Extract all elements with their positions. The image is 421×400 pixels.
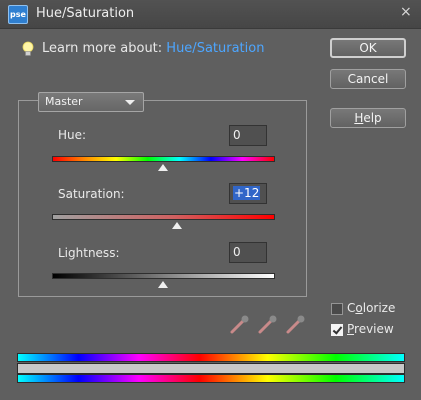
saturation-slider-thumb[interactable]	[172, 222, 182, 229]
saturation-value: +12	[233, 186, 261, 200]
channel-selected: Master	[45, 95, 83, 108]
eyedropper-minus-icon[interactable]	[285, 313, 307, 335]
lightness-label: Lightness:	[58, 246, 120, 260]
close-icon[interactable]: ×	[400, 4, 412, 20]
colorize-label[interactable]: Colorize	[347, 301, 395, 315]
hue-slider-track[interactable]	[52, 156, 275, 162]
help-label-rest: elp	[363, 111, 382, 125]
saturation-input[interactable]: +12	[229, 183, 267, 204]
preview-label[interactable]: Preview	[347, 322, 394, 336]
learn-more-text: Learn more about: Hue/Saturation	[42, 41, 264, 56]
colorize-checkbox[interactable]	[331, 303, 343, 315]
help-topic-link[interactable]: Hue/Saturation	[166, 41, 264, 56]
hue-slider-thumb[interactable]	[158, 164, 168, 171]
output-spectrum-bar	[17, 374, 405, 383]
saturation-label: Saturation:	[58, 187, 125, 201]
window-title: Hue/Saturation	[36, 6, 135, 21]
channel-dropdown[interactable]: Master	[38, 92, 144, 112]
lightness-slider-track[interactable]	[52, 273, 275, 279]
hue-label: Hue:	[58, 128, 87, 142]
preview-label-rest: review	[354, 322, 394, 336]
help-button[interactable]: Help	[330, 108, 406, 128]
eyedropper-plus-icon[interactable]	[257, 313, 279, 335]
preview-mnemonic: P	[347, 322, 355, 336]
help-mnemonic: H	[354, 111, 364, 125]
lightbulb-icon	[22, 41, 34, 56]
input-spectrum-bar	[17, 353, 405, 362]
preview-checkbox[interactable]	[331, 324, 343, 336]
lightness-input[interactable]: 0	[229, 242, 267, 263]
colorize-mnemonic: o	[355, 301, 363, 315]
chevron-down-icon	[125, 100, 135, 105]
saturation-slider-track[interactable]	[52, 214, 275, 220]
checkmark-icon	[332, 324, 343, 335]
eyedropper-icon[interactable]	[229, 313, 251, 335]
app-icon: pse	[8, 5, 28, 24]
cancel-button[interactable]: Cancel	[330, 69, 406, 89]
range-bar	[17, 363, 405, 374]
hue-input[interactable]: 0	[229, 125, 267, 146]
lightness-slider-thumb[interactable]	[158, 281, 168, 288]
ok-button[interactable]: OK	[330, 38, 406, 58]
learn-more-prefix: Learn more about:	[42, 41, 167, 56]
colorize-label-end: lorize	[362, 301, 396, 315]
title-bar: pse Hue/Saturation ×	[0, 0, 421, 29]
